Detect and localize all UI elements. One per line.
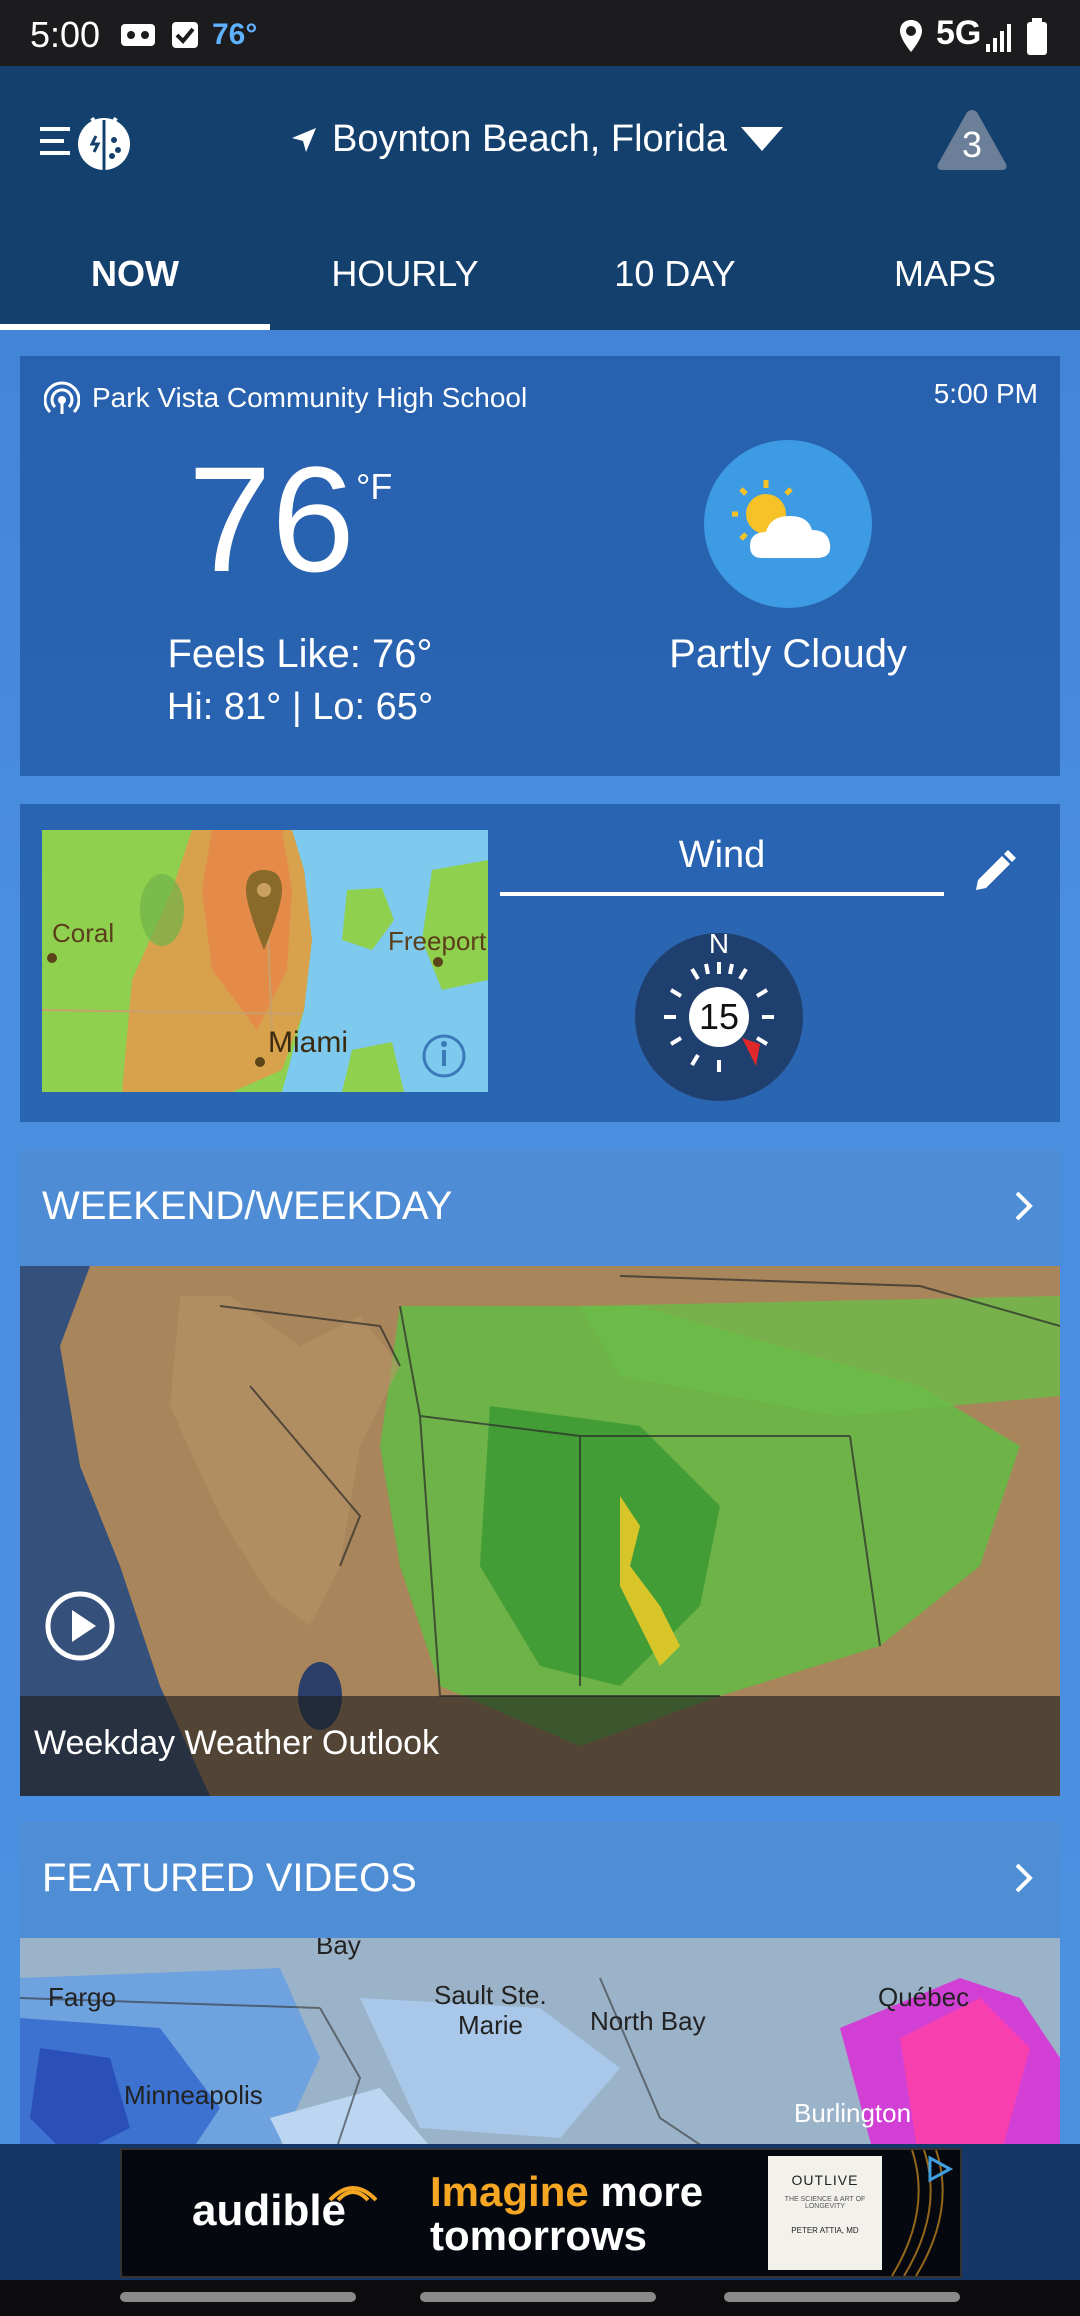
map-label-sault-ste: Sault Ste. — [434, 1980, 547, 2010]
app-header: Boynton Beach, Florida 3 NOW HOURLY 10 D… — [0, 66, 1080, 330]
map-label-miami: Miami — [268, 1026, 348, 1059]
location-name: Boynton Beach, Florida — [332, 118, 728, 160]
status-time: 5:00 — [30, 14, 101, 55]
map-label-marie: Marie — [458, 2010, 524, 2040]
play-icon[interactable] — [44, 1590, 116, 1662]
observation-time: 5:00 PM — [933, 378, 1038, 409]
ad-brand: audible — [192, 2186, 347, 2235]
map-label-fargo: Fargo — [48, 1982, 116, 2012]
pencil-edit-icon[interactable] — [970, 848, 1018, 896]
network-type: 5G — [936, 14, 982, 52]
map-label-coral: Coral — [52, 918, 115, 948]
temperature-unit: °F — [356, 466, 393, 507]
nav-home[interactable] — [420, 2292, 656, 2302]
station-row: Park Vista Community High School — [44, 380, 527, 416]
ad-headline-word-1: Imagine — [430, 2168, 589, 2215]
tab-now[interactable]: NOW — [0, 224, 270, 330]
status-bar: 5:00 76° 5G — [0, 0, 1080, 66]
location-selector[interactable]: Boynton Beach, Florida — [290, 118, 784, 161]
ad-book-author: PETER ATTIA, MD — [791, 2226, 859, 2235]
alert-count: 3 — [961, 124, 983, 165]
caption-bar: Weekday Weather Outlook — [20, 1696, 1060, 1796]
weatherbug-logo-icon[interactable] — [72, 108, 136, 172]
navigation-arrow-icon — [292, 127, 316, 152]
chevron-down-icon — [741, 126, 784, 151]
broadcast-station-icon — [44, 381, 80, 414]
wind-underline — [500, 892, 944, 896]
section-title-weekend: WEEKEND/WEEKDAY — [42, 1184, 453, 1228]
map-label-minneapolis: Minneapolis — [124, 2080, 263, 2110]
hamburger-menu-icon[interactable] — [40, 125, 74, 157]
feels-like: Feels Like: 76° — [167, 632, 433, 676]
map-label-quebec: Québec — [878, 1982, 970, 2012]
tab-maps[interactable]: MAPS — [810, 224, 1080, 330]
tab-10-day[interactable]: 10 DAY — [540, 224, 810, 330]
location-pin-icon — [900, 20, 922, 52]
status-temp: 76° — [212, 18, 258, 51]
ad-banner[interactable]: audible Imagine more tomorrows OUTLIVE T… — [120, 2148, 962, 2278]
map-label-bay: Bay — [316, 1938, 361, 1960]
video-thumbnail[interactable]: Weekday Weather Outlook — [20, 1266, 1060, 1796]
alerts-button[interactable]: 3 — [934, 106, 1010, 174]
signal-icon — [986, 24, 1011, 52]
nav-recent-apps[interactable] — [120, 2292, 356, 2302]
compass-north-label: N — [708, 928, 730, 959]
ad-headline-2: tomorrows — [430, 2212, 648, 2259]
ad-book-subtitle: THE SCIENCE & ART OF LONGEVITY — [784, 2196, 866, 2210]
nav-back[interactable] — [724, 2292, 960, 2302]
ad-book-cover: OUTLIVE THE SCIENCE & ART OF LONGEVITY P… — [768, 2156, 882, 2270]
audible-logo-icon — [328, 2186, 378, 2202]
current-temperature: 76 — [188, 435, 355, 603]
chevron-right-icon[interactable] — [1014, 1862, 1034, 1894]
video-caption: Weekday Weather Outlook — [34, 1724, 440, 1762]
tab-bar: NOW HOURLY 10 DAY MAPS — [0, 224, 1080, 330]
wind-card[interactable]: Coral Freeport Miami Wind N 15 — [20, 804, 1060, 1122]
ad-choices-icon[interactable] — [924, 2154, 954, 2184]
section-title-featured: FEATURED VIDEOS — [42, 1856, 417, 1900]
wind-title: Wind — [678, 834, 766, 876]
condition-text: Partly Cloudy — [669, 632, 907, 676]
checkbox-notification-icon — [172, 22, 198, 48]
weekend-weekday-card[interactable]: WEEKEND/WEEKDAY Weekday Weather Outlook — [20, 1150, 1060, 1796]
map-label-freeport: Freeport — [388, 926, 487, 956]
battery-icon — [1027, 18, 1047, 55]
ad-book-title: OUTLIVE — [791, 2172, 859, 2188]
station-name: Park Vista Community High School — [92, 382, 528, 413]
map-label-north-bay: North Bay — [590, 2006, 706, 2036]
chevron-right-icon[interactable] — [1014, 1190, 1034, 1222]
wind-speed: 15 — [698, 996, 740, 1037]
tab-hourly[interactable]: HOURLY — [270, 224, 540, 330]
map-label-burlington: Burlington — [794, 2098, 912, 2128]
voicemail-icon — [121, 24, 155, 46]
current-conditions-card[interactable]: Park Vista Community High School 5:00 PM… — [20, 356, 1060, 776]
wind-compass: N 15 — [634, 928, 804, 1102]
hi-lo: Hi: 81° | Lo: 65° — [166, 686, 434, 728]
radar-minimap[interactable]: Coral Freeport Miami — [42, 830, 488, 1092]
system-nav-bar — [0, 2280, 1080, 2316]
ad-headline-1: Imagine more — [430, 2168, 703, 2216]
partly-cloudy-icon — [704, 440, 872, 608]
